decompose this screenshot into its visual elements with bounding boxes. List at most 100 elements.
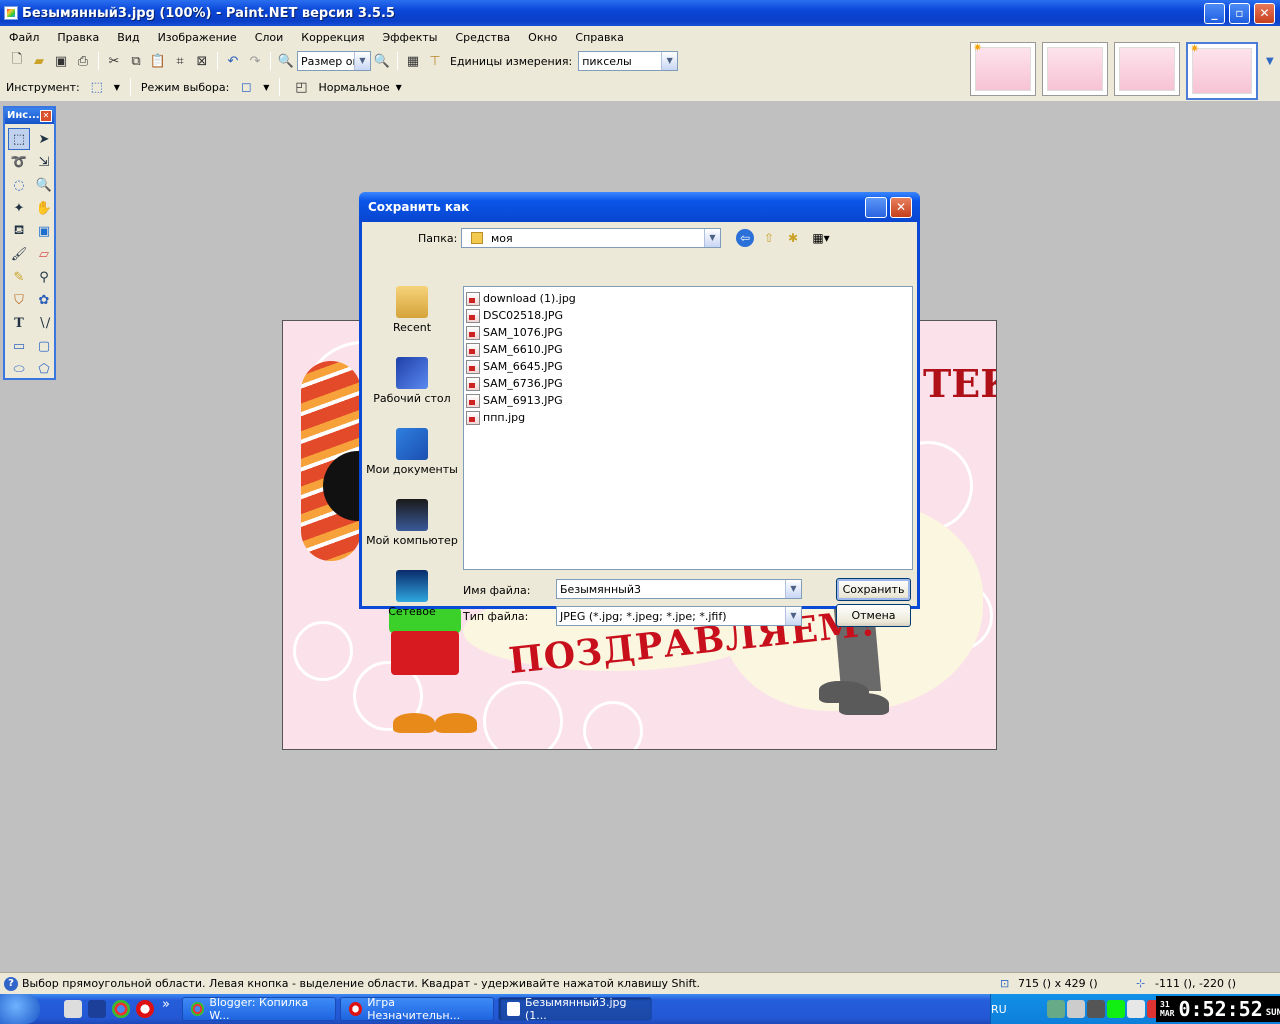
tray-app-icon[interactable] <box>1107 1000 1125 1018</box>
file-item[interactable]: SAM_6645.JPG <box>466 358 910 375</box>
undo-icon[interactable]: ↶ <box>224 52 242 70</box>
chevron-down-icon[interactable]: ▼ <box>114 83 120 92</box>
print-icon[interactable]: ⎙ <box>74 52 92 70</box>
save-icon[interactable]: ▣ <box>52 52 70 70</box>
chevron-down-icon[interactable]: ▼ <box>704 229 720 247</box>
file-list[interactable]: download (1).jpg DSC02518.JPG SAM_1076.J… <box>463 286 913 570</box>
move-selection-tool-icon[interactable]: ➤ <box>33 128 55 150</box>
deselect-icon[interactable]: ⊠ <box>193 52 211 70</box>
chrome-icon[interactable] <box>112 1000 130 1018</box>
close-button[interactable]: ✕ <box>1254 3 1275 24</box>
pan-tool-icon[interactable]: ✋ <box>33 197 55 219</box>
ellipse-select-tool-icon[interactable]: ◌ <box>8 174 30 196</box>
color-picker-tool-icon[interactable]: ⚲ <box>33 266 55 288</box>
rulers-icon[interactable]: ⊤ <box>426 52 444 70</box>
tray-app-icon[interactable] <box>1047 1000 1065 1018</box>
place-my-computer[interactable]: Мой компьютер <box>364 493 460 563</box>
quicklaunch-more[interactable]: » <box>162 997 170 1012</box>
file-item[interactable]: download (1).jpg <box>466 290 910 307</box>
show-desktop-icon[interactable] <box>64 1000 82 1018</box>
crop-icon[interactable]: ⌗ <box>171 52 189 70</box>
menu-view[interactable]: Вид <box>108 31 148 44</box>
blend-mode-value[interactable]: Нормальное <box>318 81 389 94</box>
clock[interactable]: 31 MAR 0:52:52 SUN <box>1156 996 1280 1022</box>
view-menu-icon[interactable]: ▦▾ <box>808 229 834 247</box>
rectangle-select-tool-icon[interactable]: ⬚ <box>8 128 30 150</box>
cancel-button[interactable]: Отмена <box>836 604 911 627</box>
paste-icon[interactable]: 📋 <box>149 52 167 70</box>
tray-app-icon[interactable] <box>1067 1000 1085 1018</box>
open-icon[interactable]: ▰ <box>30 52 48 70</box>
opera-icon[interactable] <box>136 1000 154 1018</box>
grid-icon[interactable]: ▦ <box>404 52 422 70</box>
menu-image[interactable]: Изображение <box>149 31 246 44</box>
zoom-in-icon[interactable]: 🔍 <box>373 52 391 70</box>
lasso-tool-icon[interactable]: ➰ <box>8 151 30 173</box>
dialog-help-button[interactable] <box>865 197 887 218</box>
new-image-icon[interactable]: 🗋 <box>8 52 26 70</box>
file-item[interactable]: SAM_6913.JPG <box>466 392 910 409</box>
image-thumbnail[interactable]: ✷ <box>970 41 1036 96</box>
media-icon[interactable] <box>88 1000 106 1018</box>
paint-bucket-tool-icon[interactable]: ⛾ <box>8 220 30 242</box>
menu-adjustments[interactable]: Коррекция <box>292 31 373 44</box>
dialog-title-bar[interactable]: Сохранить как ✕ <box>359 192 920 222</box>
rectangle-tool-icon[interactable]: ▭ <box>8 335 30 357</box>
chevron-down-icon[interactable]: ▼ <box>396 83 402 92</box>
chevron-down-icon[interactable]: ▼ <box>785 607 801 625</box>
dialog-close-button[interactable]: ✕ <box>890 197 912 218</box>
cut-icon[interactable]: ✂ <box>105 52 123 70</box>
place-my-documents[interactable]: Мои документы <box>364 422 460 492</box>
image-thumbnail[interactable] <box>1042 42 1108 96</box>
image-thumbnail[interactable] <box>1114 42 1180 96</box>
file-item[interactable]: SAM_1076.JPG <box>466 324 910 341</box>
redo-icon[interactable]: ↷ <box>246 52 264 70</box>
chevron-down-icon[interactable]: ▼ <box>263 83 269 92</box>
zoom-tool-icon[interactable]: 🔍 <box>33 174 55 196</box>
file-item[interactable]: DSC02518.JPG <box>466 307 910 324</box>
zoom-combo[interactable]: Размер окн ▼ <box>297 51 371 71</box>
filetype-select[interactable]: JPEG (*.jpg; *.jpeg; *.jpe; *.jfif) ▼ <box>556 606 802 626</box>
new-folder-icon[interactable]: ✱ <box>784 229 802 247</box>
place-desktop[interactable]: Рабочий стол <box>364 351 460 421</box>
image-thumbnail-active[interactable]: ✷ <box>1186 42 1258 100</box>
magic-wand-tool-icon[interactable]: ✦ <box>8 197 30 219</box>
back-icon[interactable]: ⇦ <box>736 229 754 247</box>
tools-panel-header[interactable]: Инс... ✕ <box>5 108 54 124</box>
file-item[interactable]: SAM_6610.JPG <box>466 341 910 358</box>
gradient-tool-icon[interactable]: ▣ <box>33 220 55 242</box>
chevron-down-icon[interactable]: ▼ <box>785 580 801 598</box>
filename-input[interactable]: Безымянный3 ▼ <box>556 579 802 599</box>
clone-stamp-tool-icon[interactable]: ⛉ <box>8 289 30 311</box>
paintbrush-tool-icon[interactable]: 🖌 <box>8 243 30 265</box>
menu-help[interactable]: Справка <box>566 31 632 44</box>
language-indicator[interactable]: RU <box>991 1003 1007 1016</box>
paintnet-app-icon[interactable] <box>4 6 18 20</box>
text-tool-icon[interactable]: T <box>8 312 30 334</box>
up-folder-icon[interactable]: ⇧ <box>760 229 778 247</box>
rectangle-select-icon[interactable]: ⬚ <box>88 78 106 96</box>
move-selected-tool-icon[interactable]: ⇲ <box>33 151 55 173</box>
menu-edit[interactable]: Правка <box>48 31 108 44</box>
tray-app-icon[interactable] <box>1087 1000 1105 1018</box>
selection-mode-icon[interactable]: ◻ <box>237 78 255 96</box>
rounded-rectangle-tool-icon[interactable]: ▢ <box>33 335 55 357</box>
folder-combo[interactable]: моя ▼ <box>461 228 721 248</box>
file-item[interactable]: SAM_6736.JPG <box>466 375 910 392</box>
ellipse-tool-icon[interactable]: ⬭ <box>8 358 30 380</box>
menu-window[interactable]: Окно <box>519 31 566 44</box>
antialias-icon[interactable]: ◰ <box>292 78 310 96</box>
zoom-out-icon[interactable]: 🔍 <box>277 52 295 70</box>
start-button[interactable] <box>0 994 40 1024</box>
recolor-tool-icon[interactable]: ✿ <box>33 289 55 311</box>
chevron-down-icon[interactable]: ▼ <box>661 52 678 70</box>
place-network[interactable]: Сетевое <box>364 564 460 634</box>
file-item[interactable]: ппп.jpg <box>466 409 910 426</box>
task-paintnet[interactable]: Безымянный3.jpg (1... <box>497 996 652 1022</box>
freeform-shape-tool-icon[interactable]: ⬠ <box>33 358 55 380</box>
pencil-tool-icon[interactable]: ✎ <box>8 266 30 288</box>
close-icon[interactable]: ✕ <box>40 110 52 122</box>
units-combo[interactable]: пикселы ▼ <box>578 51 679 71</box>
save-button[interactable]: Сохранить <box>836 578 911 601</box>
tray-app-icon[interactable] <box>1127 1000 1145 1018</box>
